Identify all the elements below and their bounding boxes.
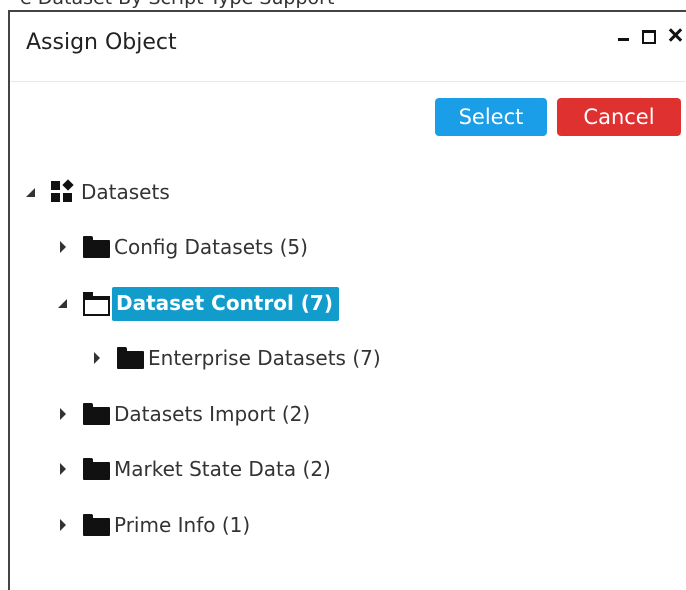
tree-node-label[interactable]: Datasets Import (2): [114, 402, 310, 426]
folder-open-icon: [82, 287, 110, 319]
expand-arrow-icon[interactable]: [56, 453, 70, 485]
tree-node-label[interactable]: Prime Info (1): [114, 513, 250, 537]
background-window-text: e Dataset By Script Type Support: [0, 0, 686, 10]
cancel-button[interactable]: Cancel: [557, 98, 681, 136]
tree-node-label[interactable]: Config Datasets (5): [114, 235, 308, 259]
tree-node-label[interactable]: Enterprise Datasets (7): [148, 346, 381, 370]
select-button[interactable]: Select: [435, 98, 547, 136]
close-icon[interactable]: [666, 26, 686, 50]
background-window-label: e Dataset By Script Type Support: [20, 0, 334, 9]
assign-object-dialog: Assign Object Select Cancel Datasets Con…: [8, 10, 686, 590]
expand-arrow-icon[interactable]: [56, 231, 70, 263]
dialog-title: Assign Object: [26, 30, 177, 55]
folder-icon: [82, 453, 110, 485]
minimize-icon[interactable]: [616, 26, 634, 50]
folder-icon: [82, 509, 110, 541]
tree-node-label-selected[interactable]: Dataset Control (7): [112, 287, 339, 321]
folder-icon: [82, 231, 110, 263]
tree-node-label[interactable]: Market State Data (2): [114, 457, 331, 481]
dialog-header: Assign Object: [10, 12, 686, 82]
collapse-arrow-icon[interactable]: [24, 176, 38, 208]
expand-arrow-icon[interactable]: [56, 509, 70, 541]
collapse-arrow-icon[interactable]: [56, 287, 70, 319]
folder-icon: [82, 398, 110, 430]
folder-icon: [116, 342, 144, 374]
datasets-icon: [50, 176, 78, 208]
expand-arrow-icon[interactable]: [56, 398, 70, 430]
tree-node-label[interactable]: Datasets: [81, 180, 170, 204]
expand-arrow-icon[interactable]: [90, 342, 104, 374]
maximize-icon[interactable]: [640, 26, 658, 50]
